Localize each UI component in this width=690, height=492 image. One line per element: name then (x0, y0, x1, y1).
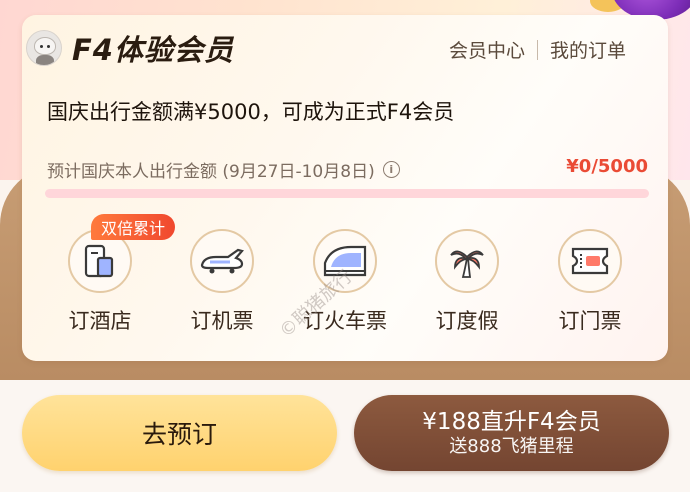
upgrade-button-sublabel: 送888飞猪里程 (449, 436, 574, 457)
plane-icon (190, 229, 254, 293)
divider (536, 39, 538, 60)
service-label: 订机票 (190, 309, 254, 333)
member-center-link[interactable]: 会员中心 (449, 36, 525, 63)
page-title: F4体验会员 (72, 33, 234, 67)
service-hotel[interactable]: 订酒店 (45, 226, 155, 335)
mascot-body-icon (36, 55, 54, 65)
mascot-eye-icon (47, 45, 50, 48)
progress-value: ¥0/5000 (566, 156, 648, 177)
book-button-label: 去预订 (141, 420, 217, 449)
service-label: 订度假 (435, 309, 499, 333)
service-flight[interactable]: 订机票 (167, 226, 277, 335)
progress-label: 预计国庆本人出行金额 (9月27日-10月8日) i (47, 157, 400, 182)
service-label: 订门票 (558, 309, 622, 333)
upgrade-membership-button[interactable]: ¥188直升F4会员 送888飞猪里程 (354, 395, 669, 471)
service-vacation[interactable]: 订度假 (412, 226, 522, 335)
book-button[interactable]: 去预订 (22, 395, 337, 471)
service-tickets[interactable]: 订门票 (535, 226, 645, 335)
progress-bar (45, 189, 649, 198)
progress-label-text: 预计国庆本人出行金额 (9月27日-10月8日) (47, 162, 375, 182)
membership-requirement-text: 国庆出行金额满¥5000，可成为正式F4会员 (47, 100, 455, 124)
upgrade-button-label: ¥188直升F4会员 (422, 409, 601, 435)
ticket-icon (558, 229, 622, 293)
mascot-head-icon (34, 37, 56, 55)
service-label: 订酒店 (68, 309, 132, 333)
palm-tree-icon (435, 229, 499, 293)
header-links: 会员中心 我的订单 (449, 36, 626, 63)
mascot-eye-icon (40, 45, 43, 48)
double-points-badge: 双倍累计 (91, 214, 176, 240)
my-orders-link[interactable]: 我的订单 (550, 36, 626, 63)
card-header: F4体验会员 会员中心 我的订单 (26, 28, 626, 68)
info-icon[interactable]: i (382, 161, 400, 178)
avatar (26, 30, 62, 66)
